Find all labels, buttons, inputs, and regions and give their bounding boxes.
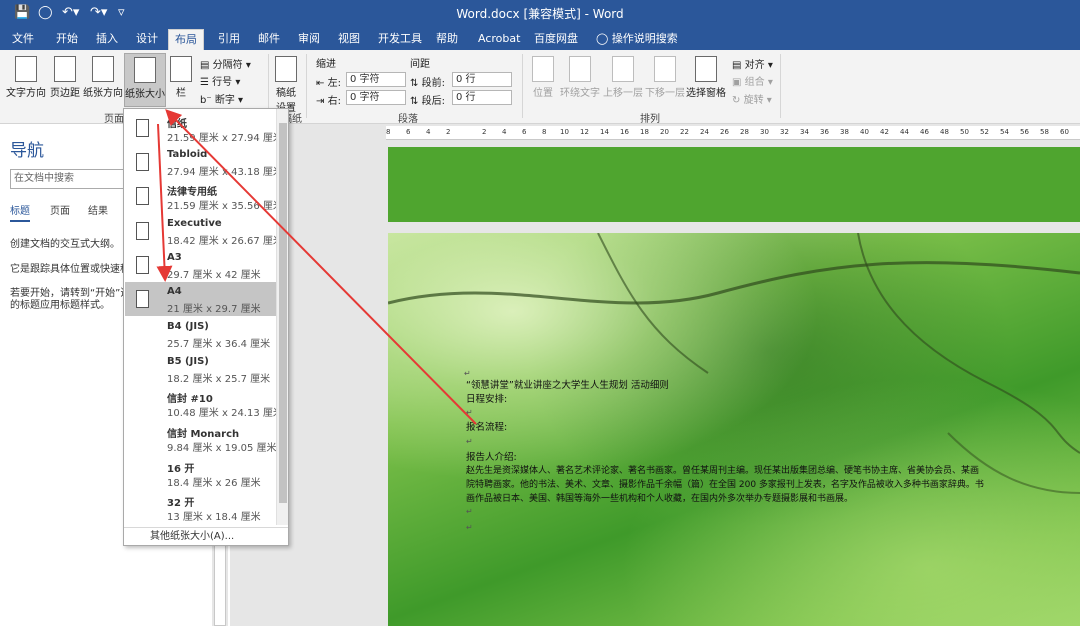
arrow-to-paper-size-button [165,109,477,425]
annotation-arrows [156,109,477,425]
arrow-to-a4-option [156,123,173,282]
